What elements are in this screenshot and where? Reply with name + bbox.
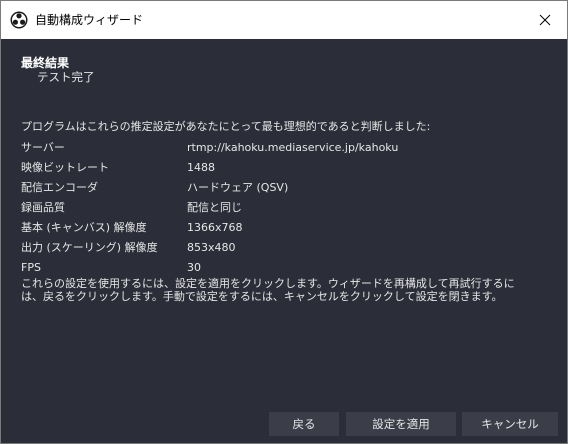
settings-list: サーバー rtmp://kahoku.mediaservice.jp/kahok…	[21, 138, 551, 278]
setting-label: 基本 (キャンバス) 解像度	[21, 221, 147, 234]
setting-label: サーバー	[21, 141, 65, 154]
title-bar: 自動構成ウィザード	[1, 1, 567, 39]
setting-value: 配信と同じ	[187, 201, 242, 214]
setting-label: 配信エンコーダ	[21, 181, 98, 194]
setting-value: 1366x768	[187, 221, 243, 234]
setting-value: 30	[187, 261, 201, 274]
setting-row-encoder: 配信エンコーダ ハードウェア (QSV)	[21, 178, 551, 198]
back-button[interactable]: 戻る	[269, 412, 339, 436]
setting-value: 1488	[187, 161, 215, 174]
setting-label: 映像ビットレート	[21, 161, 109, 174]
setting-value: ハードウェア (QSV)	[187, 181, 289, 194]
close-button[interactable]	[523, 1, 567, 39]
setting-value: rtmp://kahoku.mediaservice.jp/kahoku	[187, 141, 399, 154]
setting-row-recording-quality: 録画品質 配信と同じ	[21, 198, 551, 218]
instructions-line: これらの設定を使用するには、設定を適用をクリックします。ウィザードを再構成して再…	[21, 277, 515, 290]
wizard-content: 最終結果 テスト完了 プログラムはこれらの推定設定があなたにとって最も理想的であ…	[1, 39, 567, 443]
instructions-note: これらの設定を使用するには、設定を適用をクリックします。ウィザードを再構成して再…	[21, 277, 551, 303]
results-subheading: テスト完了	[37, 70, 95, 84]
setting-row-base-resolution: 基本 (キャンバス) 解像度 1366x768	[21, 218, 551, 238]
cancel-button[interactable]: キャンセル	[462, 412, 558, 436]
setting-label: 録画品質	[21, 201, 65, 214]
close-icon	[539, 14, 551, 26]
window-title: 自動構成ウィザード	[35, 13, 144, 27]
apply-settings-button[interactable]: 設定を適用	[346, 412, 456, 436]
setting-row-bitrate: 映像ビットレート 1488	[21, 158, 551, 178]
setting-label: 出力 (スケーリング) 解像度	[21, 241, 158, 254]
setting-label: FPS	[21, 261, 41, 274]
setting-row-server: サーバー rtmp://kahoku.mediaservice.jp/kahok…	[21, 138, 551, 158]
setting-row-output-resolution: 出力 (スケーリング) 解像度 853x480	[21, 238, 551, 258]
setting-row-fps: FPS 30	[21, 258, 551, 278]
instructions-line: は、戻るをクリックします。手動で設定をするには、キャンセルをクリックして設定を閉…	[21, 290, 503, 303]
setting-value: 853x480	[187, 241, 236, 254]
obs-logo-icon	[10, 11, 28, 29]
results-intro: プログラムはこれらの推定設定があなたにとって最も理想的であると判断しました:	[21, 120, 431, 133]
auto-config-wizard-window: 自動構成ウィザード 最終結果 テスト完了 プログラムはこれらの推定設定があなたに…	[0, 0, 568, 444]
